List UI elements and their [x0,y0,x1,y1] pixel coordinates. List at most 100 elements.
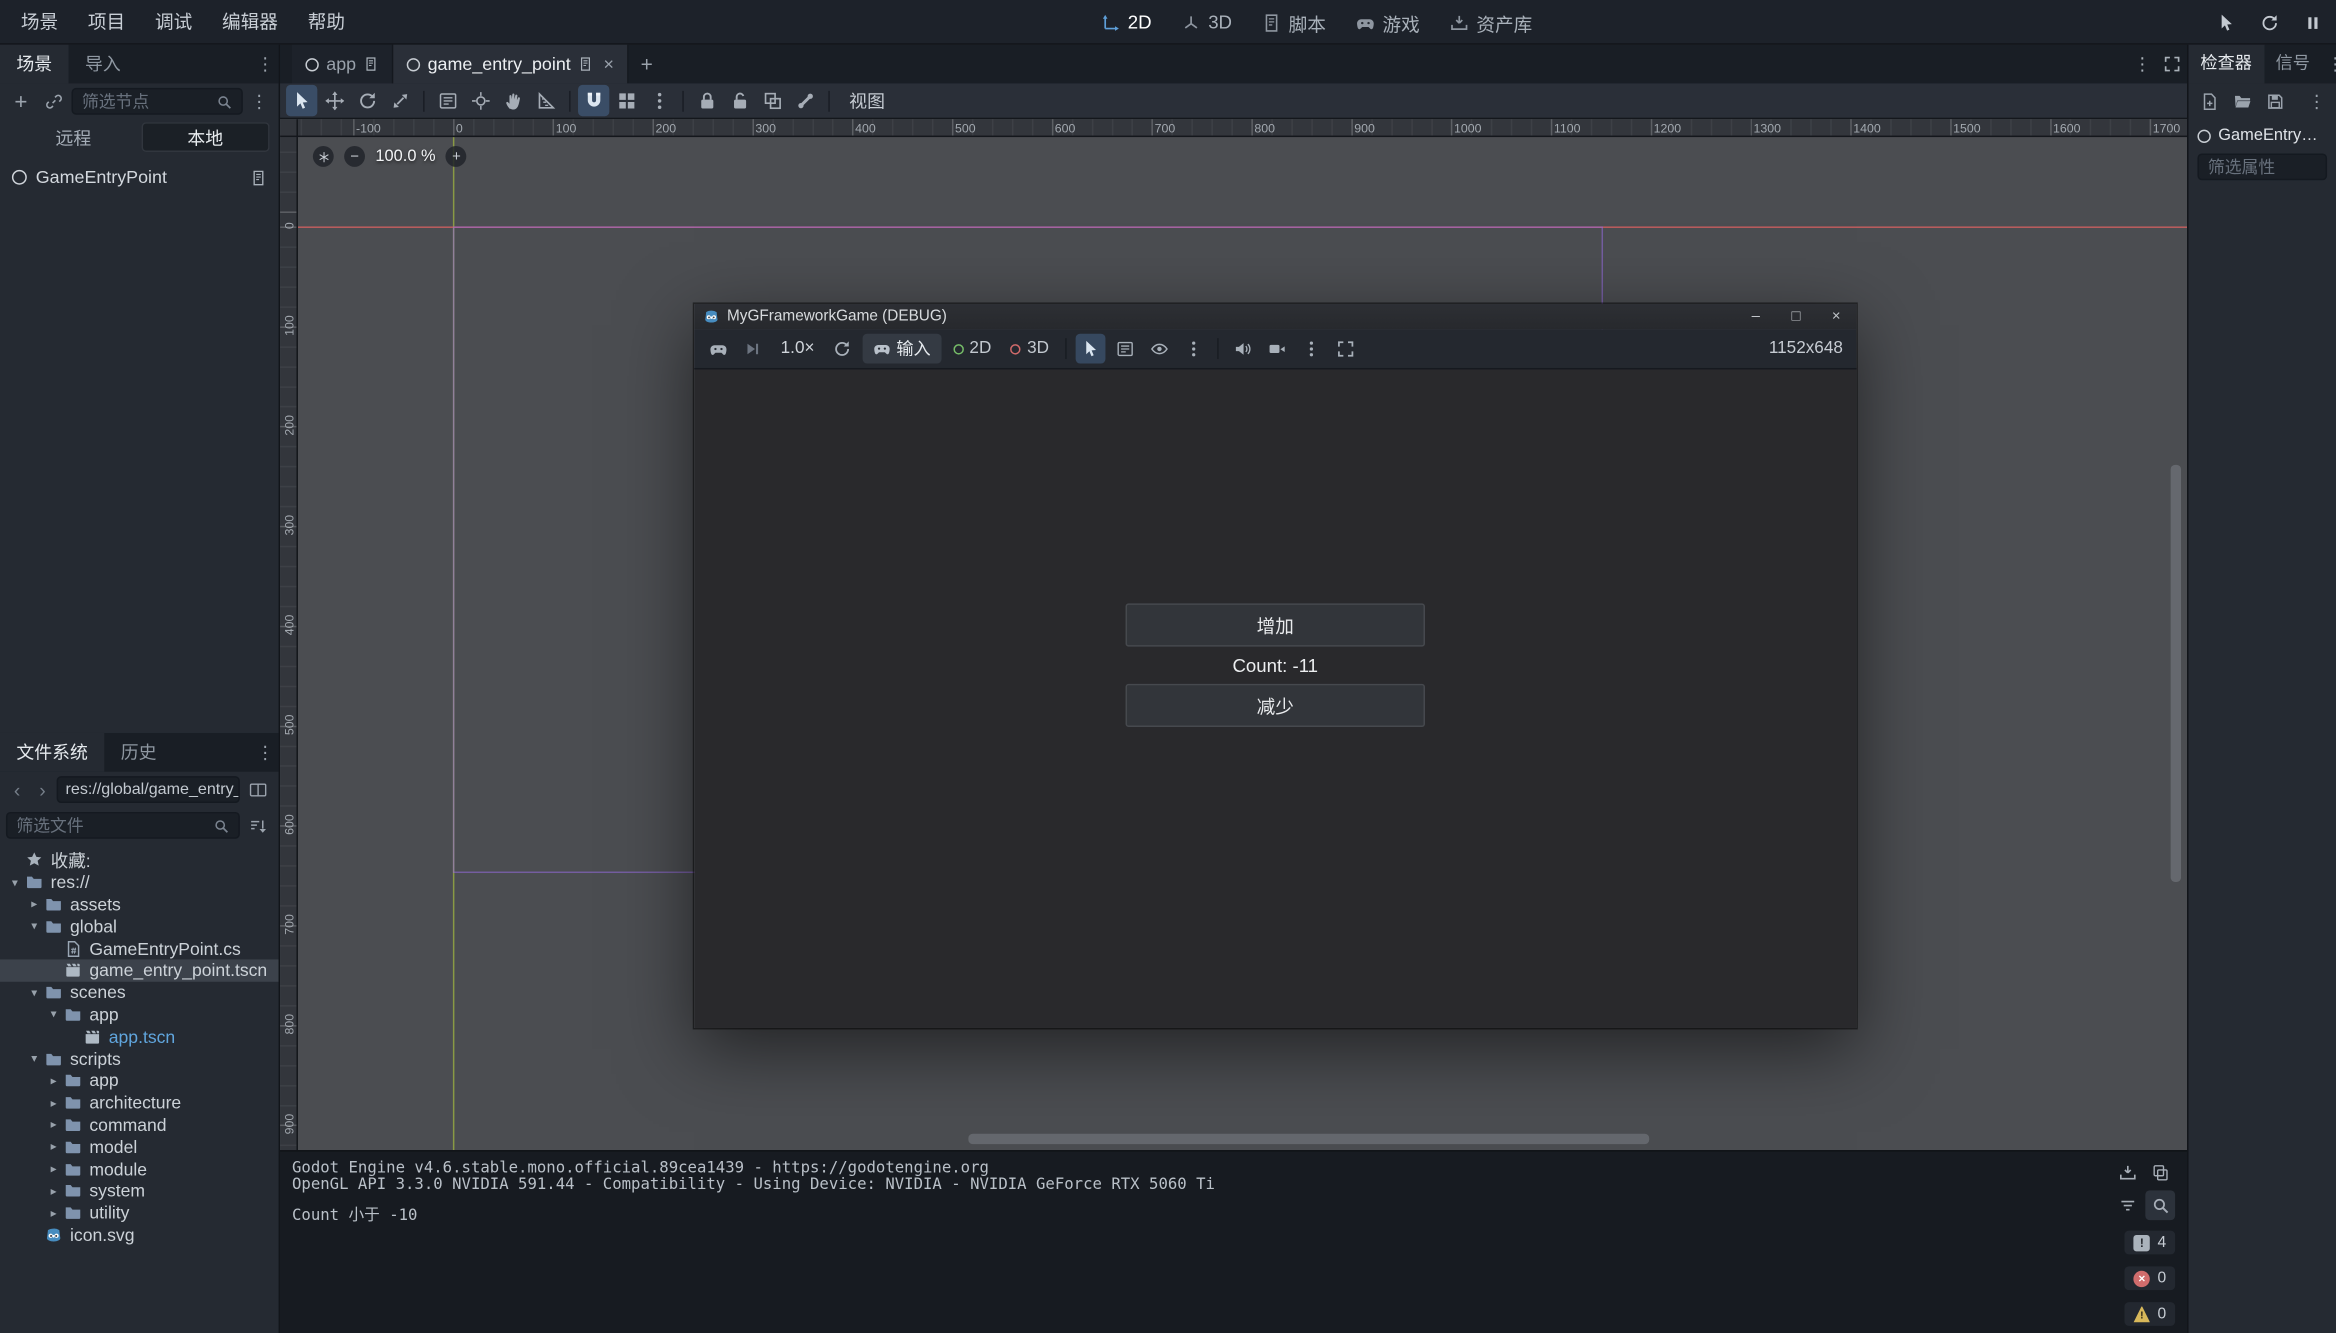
tree-chevron-icon[interactable]: ▾ [25,986,43,999]
tree-chevron-icon[interactable]: ▸ [45,1162,63,1175]
search-output-button[interactable] [2145,1190,2175,1220]
inspector-dock-menu[interactable]: ⋮ [2322,45,2336,84]
close-tab-button[interactable]: × [604,54,614,75]
tab-node[interactable]: 信号 [2264,45,2322,84]
tree-chevron-icon[interactable]: ▸ [45,1096,63,1109]
selection-options-menu[interactable] [1179,334,1209,364]
fs-item-system[interactable]: ▸system [0,1180,279,1202]
fs-item-icon.svg[interactable]: icon.svg [0,1224,279,1246]
mode-3d-button[interactable]: 3D [1003,340,1056,358]
camera-override-button[interactable] [1262,334,1292,364]
add-node-button[interactable]: + [6,86,36,116]
filter-files-input[interactable]: 筛选文件 [6,812,240,839]
tree-chevron-icon[interactable]: ▸ [25,898,43,911]
minimize-button[interactable]: – [1736,304,1776,329]
game-select-button[interactable] [1076,334,1106,364]
remote-button[interactable]: 远程 [9,122,138,152]
vertical-scrollbar[interactable] [2171,140,2181,1132]
instance-scene-button[interactable] [39,86,69,116]
fs-item--[interactable]: 收藏: [0,849,279,871]
game-list-select-button[interactable] [1110,334,1140,364]
menu-scene[interactable]: 场景 [6,0,73,44]
snap-options-menu[interactable] [644,85,675,116]
fs-item-assets[interactable]: ▸assets [0,893,279,915]
tree-chevron-icon[interactable]: ▾ [6,876,24,889]
tree-chevron-icon[interactable]: ▸ [45,1118,63,1131]
next-frame-button[interactable] [737,334,767,364]
new-scene-tab-button[interactable]: + [629,45,665,84]
sort-files-button[interactable] [243,810,273,840]
distraction-free-button[interactable] [2157,45,2187,84]
tree-chevron-icon[interactable]: ▸ [45,1074,63,1087]
camera-options-menu[interactable] [1296,334,1326,364]
close-button[interactable]: × [1816,304,1856,329]
ruler-tool[interactable] [530,85,561,116]
reset-speed-button[interactable] [828,334,858,364]
maximize-button[interactable]: □ [1776,304,1816,329]
warning-count-badge[interactable]: !0 [2125,1302,2175,1326]
path-input[interactable]: res://global/game_entry_p [57,776,240,803]
list-select-tool[interactable] [432,85,463,116]
unlock-button[interactable] [724,85,755,116]
group-button[interactable] [757,85,788,116]
menu-editor[interactable]: 编辑器 [207,0,293,44]
workspace-2d[interactable]: 2D [1088,4,1165,40]
inspected-object[interactable]: GameEntryPoint [2189,119,2336,149]
save-log-button[interactable] [2113,1158,2143,1188]
visibility-button[interactable] [1144,334,1174,364]
nav-forward-button[interactable]: › [31,778,53,800]
fs-item-model[interactable]: ▸model [0,1136,279,1158]
tab-filesystem[interactable]: 文件系统 [0,733,104,772]
copy-output-button[interactable] [2145,1158,2175,1188]
load-resource-button[interactable] [2227,86,2257,116]
scrollbar-thumb[interactable] [2171,465,2181,882]
fs-item-app[interactable]: ▾app [0,1003,279,1025]
input-mode-button[interactable]: 输入 [862,334,941,364]
scale-tool[interactable] [384,85,415,116]
canvas-2d[interactable]: − 100.0 % + MyGFrameworkGame (DEBUG) – □… [298,137,2187,1150]
workspace-game[interactable]: 游戏 [1342,4,1433,40]
workspace-assetlib[interactable]: 资产库 [1436,4,1546,40]
fs-item-global[interactable]: ▾global [0,915,279,937]
fs-item-game-entry-point.tscn[interactable]: game_entry_point.tscn [0,959,279,981]
smart-snap-toggle[interactable] [578,85,609,116]
workspace-script[interactable]: 脚本 [1248,4,1339,40]
fs-item-scripts[interactable]: ▾scripts [0,1048,279,1070]
fs-item-utility[interactable]: ▸utility [0,1202,279,1224]
select-tool[interactable] [286,85,317,116]
rotate-tool[interactable] [352,85,383,116]
split-view-button[interactable] [243,775,273,805]
workspace-3d[interactable]: 3D [1168,4,1245,40]
save-resource-button[interactable] [2260,86,2290,116]
tree-chevron-icon[interactable]: ▸ [45,1206,63,1219]
message-count-badge[interactable]: !4 [2125,1231,2175,1255]
zoom-out-button[interactable]: − [344,146,365,167]
tree-chevron-icon[interactable]: ▸ [45,1140,63,1153]
scene-tab-game-entry-point[interactable]: game_entry_point × [393,45,629,84]
scene-tabs-menu[interactable]: ⋮ [2127,45,2157,84]
fs-item-app[interactable]: ▸app [0,1070,279,1092]
fs-item-command[interactable]: ▸command [0,1114,279,1136]
tab-inspector[interactable]: 检查器 [2189,45,2264,84]
tab-scene[interactable]: 场景 [0,45,69,84]
open-script-button[interactable] [250,169,266,185]
scrollbar-thumb[interactable] [968,1134,1649,1144]
tree-chevron-icon[interactable]: ▾ [25,920,43,933]
audio-toggle-button[interactable] [1228,334,1258,364]
fs-item-module[interactable]: ▸module [0,1158,279,1180]
reload-button[interactable] [2254,7,2284,37]
tree-chevron-icon[interactable]: ▸ [45,1184,63,1197]
center-view-button[interactable] [313,146,334,167]
pause-button[interactable] [2297,7,2327,37]
game-window-titlebar[interactable]: MyGFrameworkGame (DEBUG) – □ × [694,304,1856,329]
scene-tab-app[interactable]: app [292,45,393,84]
tab-history[interactable]: 历史 [104,733,173,772]
nav-back-button[interactable]: ‹ [6,778,28,800]
filter-properties-input[interactable]: 筛选属性 [2197,153,2327,180]
menu-help[interactable]: 帮助 [293,0,360,44]
speed-select[interactable]: 1.0× [772,340,824,358]
skeleton-options-menu[interactable] [790,85,821,116]
pan-tool[interactable] [498,85,529,116]
menu-debug[interactable]: 调试 [140,0,207,44]
filter-nodes-input[interactable]: 筛选节点 [72,88,243,115]
